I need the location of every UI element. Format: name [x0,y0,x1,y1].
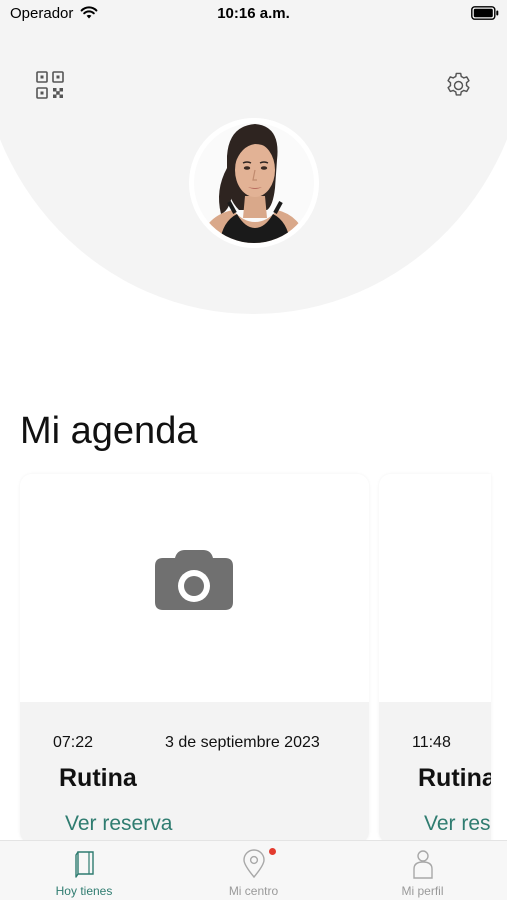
card-info: 07:22 3 de septiembre 2023 Rutina Ver re… [20,702,369,844]
card-info: 11:48 Rutina Ver reserva [379,702,491,844]
book-icon [74,851,94,878]
gear-icon[interactable] [444,71,473,100]
profile-photo [189,118,319,248]
tab-label: Mi perfil [401,884,444,898]
tab-mi-perfil[interactable]: Mi perfil [338,841,507,900]
person-icon [412,850,433,879]
tab-mi-centro[interactable]: Mi centro [169,841,338,900]
agenda-card[interactable]: 11:48 Rutina Ver reserva [379,474,491,844]
section-title: Mi agenda [20,410,198,452]
app-screen: Operador 10:16 a.m. Mi agenda 07:22 3 de… [0,0,507,900]
card-image-placeholder [20,474,369,702]
card-image-placeholder [379,474,491,702]
card-date: 3 de septiembre 2023 [165,734,320,751]
card-title: Rutina [59,764,137,792]
agenda-card[interactable]: 07:22 3 de septiembre 2023 Rutina Ver re… [20,474,369,844]
tab-label: Hoy tienes [55,884,113,898]
tab-bar: Hoy tienes Mi centro Mi perfil [0,840,507,900]
battery-icon [471,6,499,20]
card-time: 07:22 [53,734,94,751]
camera-icon [155,550,233,610]
card-title: Rutina [418,764,491,792]
status-bar: Operador 10:16 a.m. [0,0,507,28]
avatar[interactable] [189,118,319,248]
card-time: 11:48 [412,734,451,751]
view-booking-link[interactable]: Ver reserva [65,812,172,836]
qr-code-icon[interactable] [35,70,65,100]
location-pin-icon [242,849,265,879]
status-time: 10:16 a.m. [217,5,290,22]
tab-hoy-tienes[interactable]: Hoy tienes [0,841,169,900]
view-booking-link[interactable]: Ver reserva [424,812,491,836]
notification-badge [269,848,276,855]
tab-label: Mi centro [228,884,279,898]
